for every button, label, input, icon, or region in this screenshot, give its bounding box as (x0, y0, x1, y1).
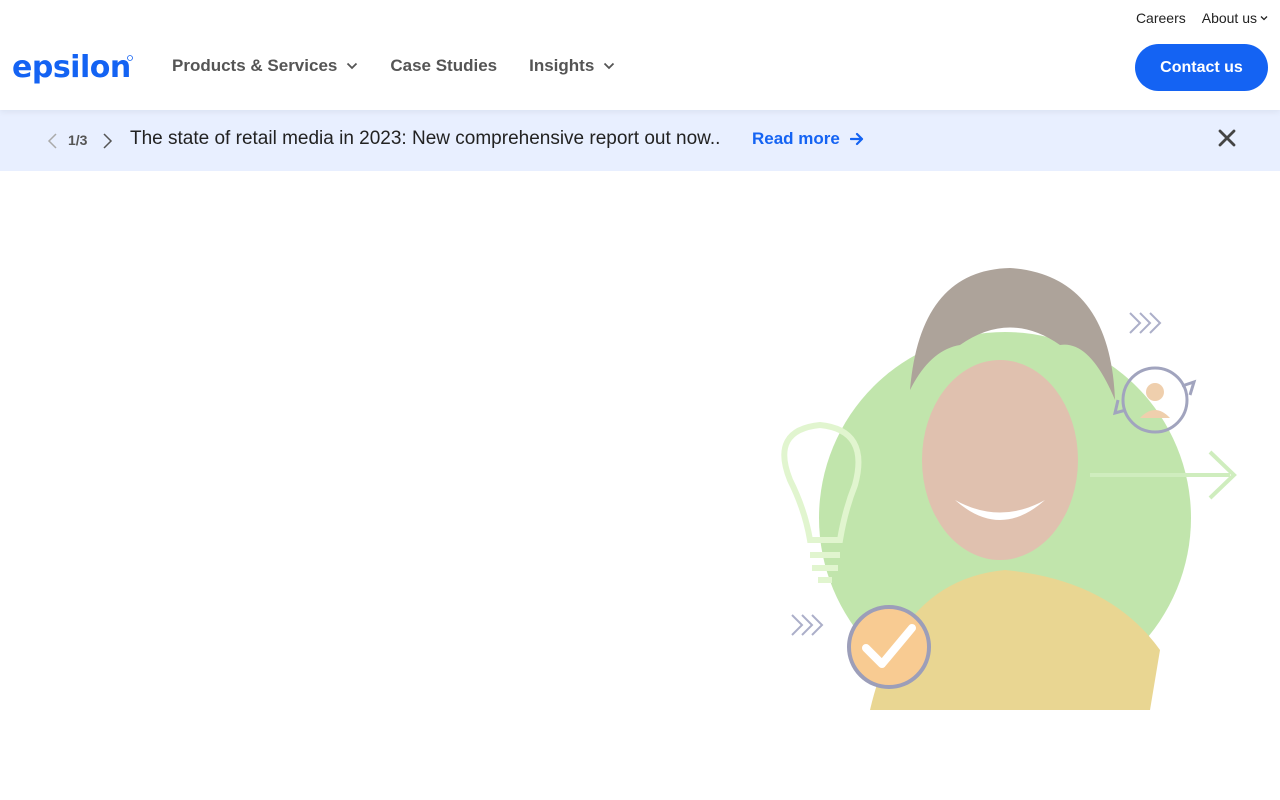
arrow-right-icon (849, 132, 863, 146)
chevron-left-icon[interactable] (46, 132, 60, 150)
close-icon[interactable] (1216, 127, 1238, 149)
checkmark-icon (847, 605, 931, 689)
contact-us-button[interactable]: Contact us (1135, 44, 1268, 91)
nav-insights[interactable]: Insights (529, 56, 615, 76)
announcement-banner: 1/3 The state of retail media in 2023: N… (0, 110, 1280, 171)
svg-text:epsilon: epsilon (12, 50, 131, 85)
banner-counter: 1/3 (68, 132, 88, 148)
nav-case-studies-label: Case Studies (390, 56, 498, 75)
chevron-down-icon (604, 62, 615, 70)
chevron-down-icon (1260, 16, 1268, 21)
read-more-label: Read more (752, 129, 840, 148)
nav-products-services-label: Products & Services (172, 56, 338, 75)
hero-illustration (781, 268, 1237, 710)
nav-products-services[interactable]: Products & Services (172, 56, 358, 76)
nav-insights-label: Insights (529, 56, 595, 75)
about-us-label: About us (1201, 10, 1257, 26)
careers-label: Careers (1135, 10, 1186, 26)
main-nav: Products & Services Case Studies Insight… (172, 56, 615, 76)
utility-nav: Careers About us (1136, 10, 1268, 26)
about-us-link[interactable]: About us (1202, 10, 1268, 26)
epsilon-logo[interactable]: epsilon (12, 50, 134, 86)
nav-case-studies[interactable]: Case Studies (390, 56, 497, 76)
read-more-link[interactable]: Read more (752, 129, 864, 149)
banner-headline: The state of retail media in 2023: New c… (130, 128, 721, 149)
chevron-down-icon (347, 62, 358, 70)
chevron-right-icon[interactable] (100, 132, 114, 150)
careers-link[interactable]: Careers (1136, 10, 1186, 26)
site-header: Careers About us epsilon Products & Serv… (0, 0, 1280, 110)
